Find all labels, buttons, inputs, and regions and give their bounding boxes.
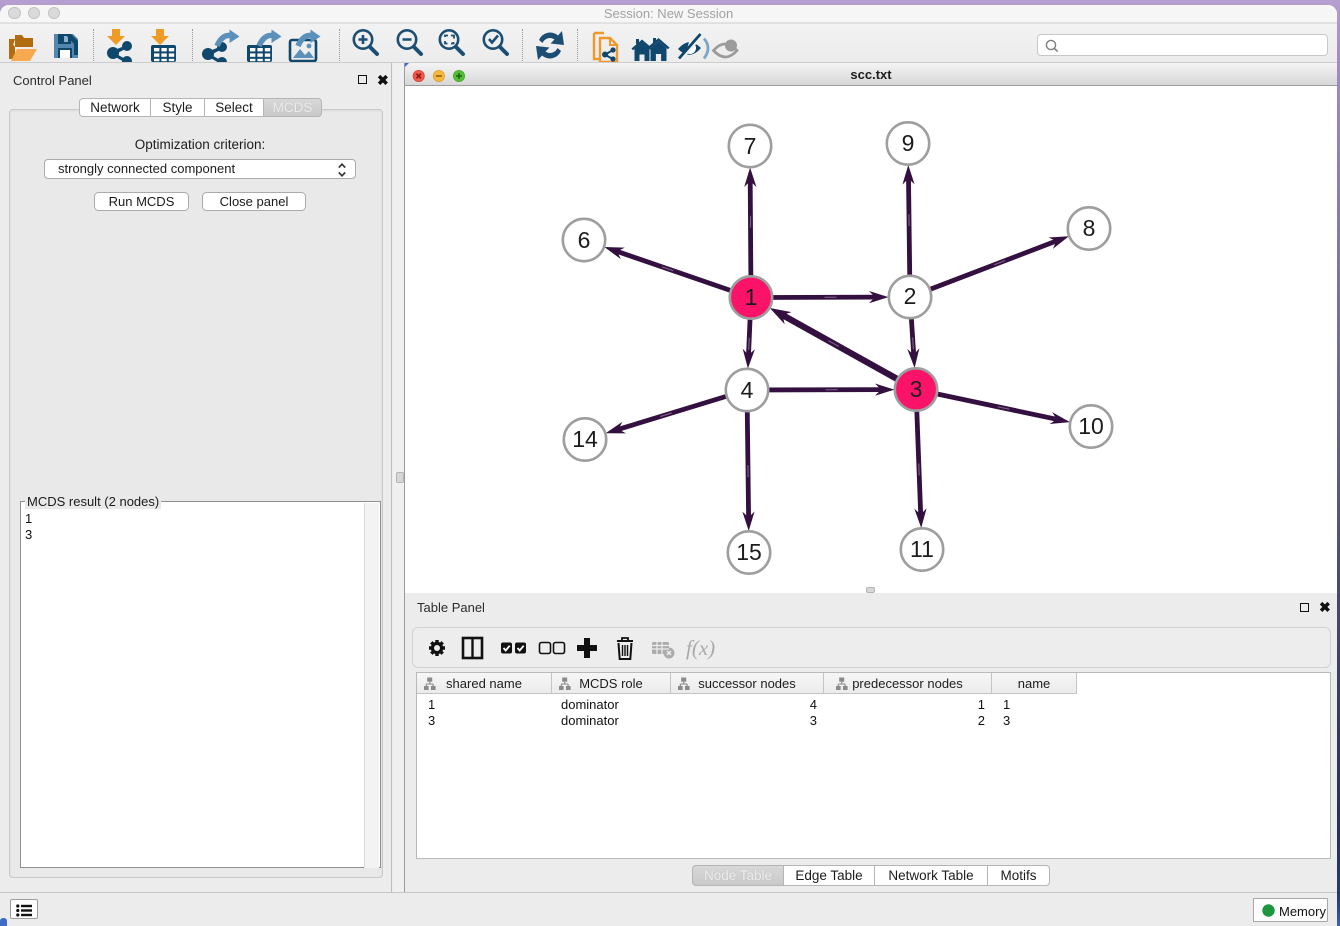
- svg-text:6: 6: [578, 227, 591, 253]
- svg-text:10: 10: [1078, 413, 1104, 439]
- svg-text:2: 2: [904, 283, 917, 309]
- svg-text:1: 1: [745, 284, 758, 310]
- svg-text:8: 8: [1083, 215, 1096, 241]
- svg-text:3: 3: [910, 376, 923, 402]
- svg-text:7: 7: [744, 133, 757, 159]
- svg-text:15: 15: [736, 539, 762, 565]
- svg-text:11: 11: [910, 536, 934, 562]
- svg-text:14: 14: [572, 426, 598, 452]
- svg-text:9: 9: [902, 130, 915, 156]
- svg-text:f(x): f(x): [686, 636, 715, 660]
- svg-text:4: 4: [741, 377, 754, 403]
